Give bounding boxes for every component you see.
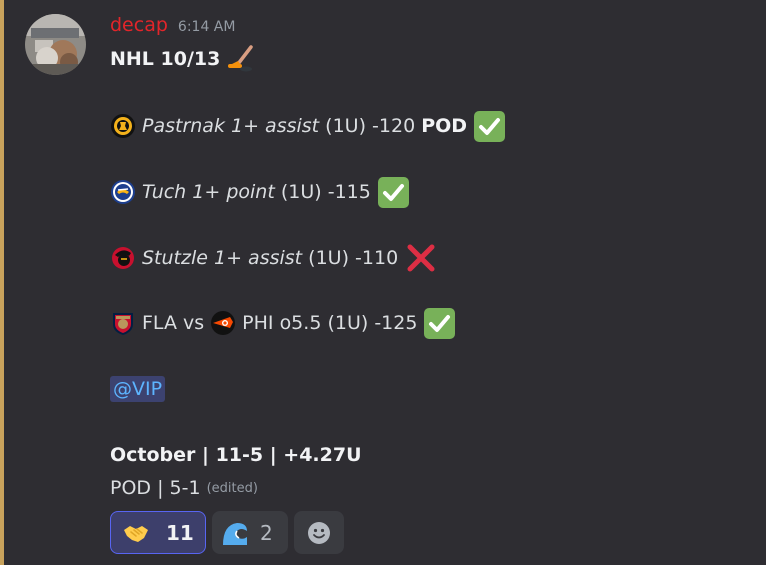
team-b: PHI xyxy=(242,312,274,334)
pick-tuch: Tuch 1+ point (1U) -115 xyxy=(110,176,410,208)
reaction-count: 11 xyxy=(166,520,194,545)
pick-player: Pastrnak xyxy=(142,115,225,137)
title-text: NHL 10/13 xyxy=(110,48,221,70)
month-record-text: October | 11-5 | +4.27U xyxy=(110,444,362,466)
mention-highlight-bar xyxy=(0,0,4,565)
pick-market: 1+ assist xyxy=(214,247,303,269)
pick-odds: -110 xyxy=(355,247,399,269)
pod-tag: POD xyxy=(421,115,468,137)
check-mark-icon xyxy=(424,307,456,339)
pick-player: Tuch xyxy=(142,181,187,203)
pick-pastrnak: Pastrnak 1+ assist (1U) -120 POD xyxy=(110,110,506,142)
check-mark-icon xyxy=(377,176,409,208)
hockey-icon xyxy=(228,45,254,72)
add-reaction-icon xyxy=(308,521,330,544)
reaction-wave[interactable]: 2 xyxy=(212,511,288,554)
wave-icon xyxy=(223,522,247,545)
senators-logo-icon xyxy=(112,247,134,269)
pick-units: (1U) xyxy=(325,115,366,137)
mention-line: @VIP xyxy=(110,374,166,404)
message: decap 6:14 AM NHL 10/13 Pastrnak 1+ assi… xyxy=(0,0,766,565)
pick-odds: -125 xyxy=(374,312,418,334)
cross-mark-icon xyxy=(407,244,435,272)
avatar[interactable] xyxy=(25,14,86,75)
reaction-count: 2 xyxy=(260,520,273,545)
pick-player: Stutzle xyxy=(142,247,208,269)
timestamp[interactable]: 6:14 AM xyxy=(178,19,236,35)
message-header: decap 6:14 AM xyxy=(110,14,235,40)
pick-units: (1U) xyxy=(308,247,349,269)
pick-total: o5.5 xyxy=(279,312,322,334)
pick-units: (1U) xyxy=(280,181,322,203)
pick-market: 1+ point xyxy=(192,181,275,203)
vs-text: vs xyxy=(183,312,205,334)
reaction-handshake[interactable]: 11 xyxy=(110,511,206,554)
team-a: FLA xyxy=(142,312,177,334)
panthers-logo-icon xyxy=(113,313,133,335)
pick-odds: -120 xyxy=(372,115,416,137)
sabres-logo-icon xyxy=(111,180,135,204)
pod-record-text: POD | 5-1 xyxy=(110,477,201,499)
month-record: October | 11-5 | +4.27U xyxy=(110,440,362,470)
message-title: NHL 10/13 xyxy=(110,44,255,74)
edited-label: (edited) xyxy=(206,480,258,496)
username[interactable]: decap xyxy=(110,14,168,36)
pick-market: 1+ assist xyxy=(231,115,320,137)
pick-units: (1U) xyxy=(327,312,369,334)
bruins-logo-icon xyxy=(111,114,135,138)
role-mention[interactable]: @VIP xyxy=(110,376,166,402)
check-mark-icon xyxy=(474,110,506,142)
pick-stutzle: Stutzle 1+ assist (1U) -110 xyxy=(110,243,438,273)
handshake-icon xyxy=(124,525,148,542)
pick-fla-phi: FLA vs PHI o5.5 (1U) -125 xyxy=(110,307,456,339)
add-reaction-button[interactable] xyxy=(294,511,344,554)
pod-record: POD | 5-1 (edited) xyxy=(110,473,258,503)
pick-odds: -115 xyxy=(327,181,371,203)
flyers-logo-icon xyxy=(211,311,236,335)
